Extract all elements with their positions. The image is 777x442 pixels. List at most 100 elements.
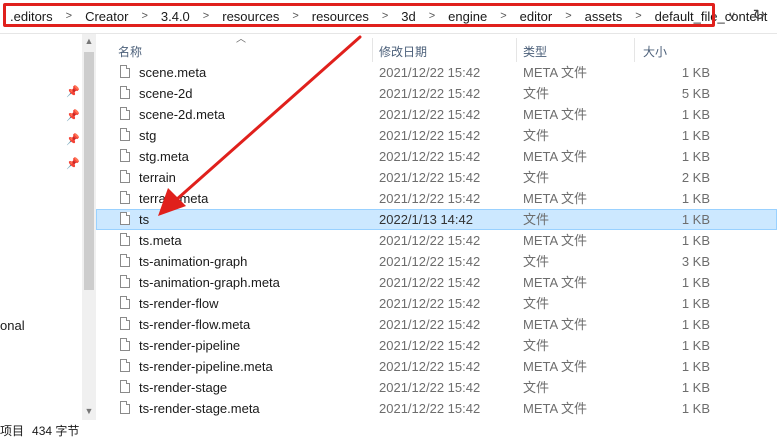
scroll-up-icon[interactable]: ▲	[82, 34, 96, 48]
file-row[interactable]: ts.meta 2021/12/22 15:42 META 文件 1 KB	[96, 230, 777, 251]
file-row[interactable]: ts-render-pipeline 2021/12/22 15:42 文件 1 KB	[96, 335, 777, 356]
file-type: META 文件	[523, 65, 588, 80]
file-row[interactable]: ts-animation-graph 2021/12/22 15:42 文件 3 KB	[96, 251, 777, 272]
column-header-type[interactable]: 类型	[523, 34, 547, 62]
file-type: 文件	[523, 296, 550, 311]
file-size: 1 KB	[681, 359, 710, 374]
address-bar[interactable]: .editors > Creator >3.4.0 > resources > resourc…	[0, 0, 777, 32]
file-date: 2021/12/22 15:42	[379, 296, 481, 311]
file-date: 2021/12/22 15:42	[379, 401, 481, 416]
column-divider[interactable]	[516, 38, 517, 62]
file-row[interactable]: scene-2d.meta 2021/12/22 15:42 META 文件 1 KB	[96, 104, 777, 125]
column-header-date[interactable]: 修改日期	[379, 34, 427, 62]
file-date: 2021/12/22 15:42	[379, 317, 481, 332]
file-type: 文件	[523, 170, 550, 185]
file-size: 1 KB	[681, 212, 710, 227]
file-size: 1 KB	[681, 107, 710, 122]
file-type: META 文件	[523, 233, 588, 248]
file-name: ts-render-pipeline	[139, 338, 241, 353]
file-size: 1 KB	[681, 65, 710, 80]
file-size: 3 KB	[681, 254, 710, 269]
file-size: 1 KB	[681, 380, 710, 395]
file-size: 2 KB	[681, 170, 710, 185]
file-date: 2021/12/22 15:42	[379, 107, 481, 122]
file-icon	[120, 359, 130, 372]
file-size: 1 KB	[681, 128, 710, 143]
file-icon	[120, 317, 130, 330]
file-type: 文件	[523, 380, 550, 395]
status-size: 434 字节	[32, 424, 80, 438]
file-date: 2021/12/22 15:42	[379, 233, 481, 248]
file-icon	[120, 233, 130, 246]
file-row[interactable]: ts-render-stage 2021/12/22 15:42 文件 1 KB	[96, 377, 777, 398]
scrollbar-thumb[interactable]	[84, 52, 94, 290]
nav-item-label[interactable]: onal	[0, 318, 25, 333]
file-name: scene-2d.meta	[139, 107, 225, 122]
column-header-name[interactable]: 名称	[118, 34, 142, 62]
column-header-size[interactable]: 大小	[643, 34, 667, 62]
file-date: 2021/12/22 15:42	[379, 191, 481, 206]
file-row[interactable]: ts-render-flow.meta 2021/12/22 15:42 META …	[96, 314, 777, 335]
file-row[interactable]: ts-render-stage.meta 2021/12/22 15:42 META…	[96, 398, 777, 419]
pin-icon: 📌	[66, 158, 80, 170]
file-icon	[120, 128, 130, 141]
column-header-row: ︿ 名称 修改日期 类型 大小	[96, 34, 777, 62]
file-name: terrain.meta	[139, 191, 209, 206]
file-date: 2021/12/22 15:42	[379, 254, 481, 269]
file-icon	[120, 212, 130, 225]
file-row[interactable]: terrain 2021/12/22 15:42 文件 2 KB	[96, 167, 777, 188]
file-name: ts-render-flow.meta	[139, 317, 251, 332]
file-icon	[120, 380, 130, 393]
file-date: 2021/12/22 15:42	[379, 380, 481, 395]
file-type: 文件	[523, 338, 550, 353]
refresh-icon[interactable]: ↻	[748, 5, 770, 25]
file-row[interactable]: scene.meta 2021/12/22 15:42 META 文件 1 KB	[96, 62, 777, 83]
file-icon	[120, 296, 130, 309]
file-icon	[120, 170, 130, 183]
scroll-down-icon[interactable]: ▼	[82, 404, 96, 418]
file-row[interactable]: ts-render-pipeline.meta 2021/12/22 15:42 M…	[96, 356, 777, 377]
status-items: 项目	[0, 424, 25, 438]
file-name: ts-render-stage.meta	[139, 401, 260, 416]
file-name: terrain	[139, 170, 176, 185]
file-list[interactable]: ︿ 名称 修改日期 类型 大小 scene.meta 2021/12/22 15:…	[96, 34, 777, 420]
file-row[interactable]: ts-animation-graph.meta 2021/12/22 15:42 M…	[96, 272, 777, 293]
file-row[interactable]: terrain.meta 2021/12/22 15:42 META 文件 1 KB	[96, 188, 777, 209]
file-date: 2021/12/22 15:42	[379, 275, 481, 290]
file-row[interactable]: stg.meta 2021/12/22 15:42 META 文件 1 KB	[96, 146, 777, 167]
file-type: 文件	[523, 86, 550, 101]
file-date: 2021/12/22 15:42	[379, 338, 481, 353]
file-row-selected[interactable]: ts 2022/1/13 14:42 文件 1 KB	[96, 209, 777, 230]
file-type: META 文件	[523, 317, 588, 332]
file-size: 1 KB	[681, 275, 710, 290]
file-name: ts-render-flow	[139, 296, 219, 311]
address-dropdown-icon[interactable]: ∨	[722, 5, 742, 25]
file-name: ts-render-pipeline.meta	[139, 359, 273, 374]
file-row[interactable]: stg 2021/12/22 15:42 文件 1 KB	[96, 125, 777, 146]
file-date: 2022/1/13 14:42	[379, 212, 473, 227]
file-icon	[120, 149, 130, 162]
column-divider[interactable]	[634, 38, 635, 62]
vertical-scrollbar[interactable]: ▲ ▼	[82, 34, 96, 420]
pin-icon: 📌	[66, 134, 80, 146]
file-row[interactable]: ts-render-flow 2021/12/22 15:42 文件 1 KB	[96, 293, 777, 314]
pin-icon: 📌	[66, 86, 80, 98]
file-icon	[120, 191, 130, 204]
file-icon	[120, 275, 130, 288]
file-name: ts	[139, 212, 150, 227]
file-size: 1 KB	[681, 233, 710, 248]
address-highlight-box	[3, 3, 715, 27]
file-size: 1 KB	[681, 401, 710, 416]
column-divider[interactable]	[372, 38, 373, 62]
navigation-pane[interactable]: 📌 📌 📌 📌 onal	[0, 34, 82, 420]
file-name: scene-2d	[139, 86, 193, 101]
file-icon	[120, 254, 130, 267]
file-date: 2021/12/22 15:42	[379, 170, 481, 185]
file-row[interactable]: scene-2d 2021/12/22 15:42 文件 5 KB	[96, 83, 777, 104]
file-icon	[120, 86, 130, 99]
file-date: 2021/12/22 15:42	[379, 128, 481, 143]
file-date: 2021/12/22 15:42	[379, 359, 481, 374]
file-name: ts.meta	[139, 233, 182, 248]
pin-icon: 📌	[66, 110, 80, 122]
file-size: 1 KB	[681, 191, 710, 206]
